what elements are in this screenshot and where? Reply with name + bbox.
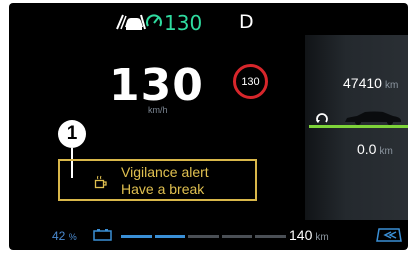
vigilance-alert-box: Vigilance alert Have a break [58, 159, 257, 201]
range-gauge-segment [255, 235, 286, 238]
speed-limiter-icon [145, 13, 163, 36]
range-gauge-segment [121, 235, 152, 238]
odometer-value: 47410 [343, 75, 382, 91]
battery-percentage: 42 % [52, 229, 77, 243]
gear-indicator: D [239, 11, 254, 33]
speed-limit-value: 130 [241, 75, 260, 88]
odometer: 47410 km [343, 75, 398, 91]
trip-distance: 0.0 km [357, 141, 393, 157]
alert-message: Have a break [121, 181, 205, 197]
range-value: 140 [289, 227, 313, 243]
range-gauge-segment [188, 235, 219, 238]
current-speed: 130 [109, 60, 204, 111]
instrument-cluster-screen: 130 D 130 km/h 130 1 Vigilance alert Hav… [9, 3, 408, 250]
trip-indicator [309, 109, 408, 131]
callout-number: 1 [66, 123, 78, 144]
trip-unit: km [379, 146, 393, 157]
odometer-unit: km [384, 80, 399, 91]
range-gauge-segment [154, 235, 186, 238]
trip-progress-bar [309, 125, 408, 128]
callout-marker: 1 [58, 120, 86, 148]
range-gauge-segment [221, 235, 253, 238]
battery-icon [93, 228, 113, 247]
regenerative-braking-icon [375, 226, 403, 249]
alert-title: Vigilance alert [121, 164, 209, 180]
range-gauge [121, 235, 286, 238]
top-status-bar: 130 D [9, 9, 408, 35]
bottom-range-bar: 42 % 140 km [9, 225, 408, 247]
speed-limit-sign: 130 [233, 64, 268, 99]
coffee-cup-icon [94, 175, 108, 194]
set-speed-value: 130 [164, 11, 203, 35]
speed-unit: km/h [148, 105, 168, 115]
trip-value: 0.0 [357, 141, 377, 157]
range-readout: 140 km [289, 227, 329, 243]
range-unit: km [315, 232, 329, 243]
battery-percentage-sign: % [68, 232, 77, 242]
battery-percentage-value: 42 [52, 229, 66, 243]
